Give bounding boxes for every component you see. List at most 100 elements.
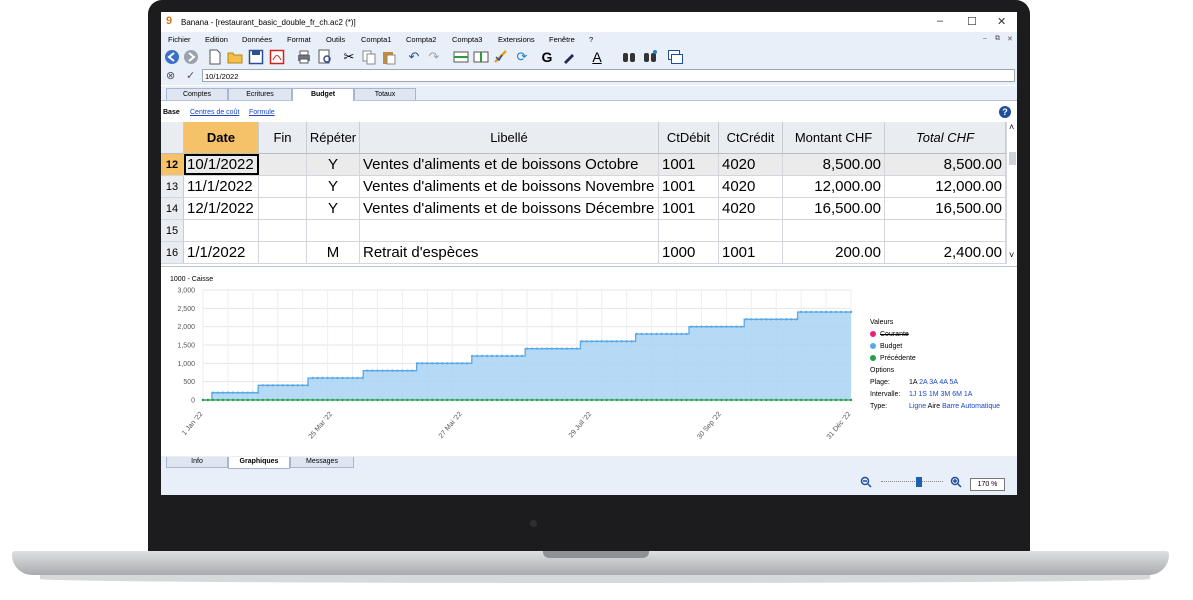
highlighter-icon[interactable] (561, 49, 577, 65)
legend-item-precedente[interactable]: Précédente (870, 353, 916, 365)
find-icon[interactable] (621, 49, 637, 65)
header-fin[interactable]: Fin (259, 122, 307, 154)
cell-fin[interactable] (259, 154, 307, 175)
menu-fichier[interactable]: Fichier (168, 35, 191, 44)
close-button[interactable]: ✕ (997, 15, 1006, 28)
scrollbar-thumb[interactable] (1009, 152, 1016, 165)
type-aire[interactable]: Aire (928, 403, 940, 410)
tab-budget[interactable]: Budget (292, 88, 354, 101)
cell-ctdebit[interactable]: 1001 (659, 176, 719, 197)
cell-montant[interactable]: 8,500.00 (783, 154, 885, 175)
cell-repeter[interactable]: Y (307, 176, 360, 197)
type-ligne[interactable]: Ligne (909, 403, 926, 410)
insert-columns-icon[interactable] (473, 49, 489, 65)
table-row[interactable]: 14 12/1/2022 Y Ventes d'aliments et de b… (161, 198, 1006, 220)
cell-date[interactable] (184, 220, 259, 241)
redo-icon[interactable]: ↷ (426, 49, 442, 65)
scroll-up-icon[interactable]: ˄ (1009, 122, 1014, 132)
print-icon[interactable] (296, 49, 312, 65)
cell-date[interactable]: 1/1/2022 (184, 242, 259, 263)
intervalle-3m[interactable]: 3M (941, 391, 951, 398)
row-number[interactable]: 12 (161, 154, 184, 175)
check-icon[interactable] (493, 49, 509, 65)
cell-date[interactable]: 11/1/2022 (184, 176, 259, 197)
cell-ctdebit[interactable]: 1000 (659, 242, 719, 263)
row-number[interactable]: 13 (161, 176, 184, 197)
cell-libelle[interactable]: Retrait d'espèces (360, 242, 659, 263)
cell-total[interactable]: 2,400.00 (885, 242, 1006, 263)
header-ctdebit[interactable]: CtDébit (659, 122, 719, 154)
cell-total[interactable] (885, 220, 1006, 241)
tab-info[interactable]: Info (166, 457, 228, 468)
cell-total[interactable]: 16,500.00 (885, 198, 1006, 219)
menu-donnees[interactable]: Données (242, 35, 272, 44)
menu-extensions[interactable]: Extensions (498, 35, 535, 44)
cell-ctdebit[interactable]: 1001 (659, 154, 719, 175)
cell-repeter[interactable]: Y (307, 198, 360, 219)
minimize-button[interactable]: – (937, 15, 943, 27)
header-ctcredit[interactable]: CtCrédit (719, 122, 783, 154)
confirm-edit-icon[interactable]: ✓ (186, 69, 195, 82)
tab-totaux[interactable]: Totaux (354, 88, 416, 100)
paste-icon[interactable] (381, 49, 397, 65)
menu-compta2[interactable]: Compta2 (406, 35, 436, 44)
cell-fin[interactable] (259, 220, 307, 241)
cell-date[interactable]: 12/1/2022 (184, 198, 259, 219)
open-folder-icon[interactable] (227, 49, 243, 65)
zoom-in-icon[interactable] (950, 476, 962, 490)
row-number[interactable]: 16 (161, 242, 184, 263)
find-replace-icon[interactable] (642, 49, 658, 65)
cell-montant[interactable] (783, 220, 885, 241)
copy-icon[interactable] (361, 49, 377, 65)
view-base[interactable]: Base (163, 109, 180, 116)
menu-edition[interactable]: Edition (205, 35, 228, 44)
type-automatique[interactable]: Automatique (961, 403, 1000, 410)
zoom-value-input[interactable]: 170 % (970, 478, 1005, 491)
header-libelle[interactable]: Libellé (360, 122, 659, 154)
cell-montant[interactable]: 16,500.00 (783, 198, 885, 219)
cell-ctcredit[interactable]: 4020 (719, 198, 783, 219)
cell-montant[interactable]: 200.00 (783, 242, 885, 263)
cell-date[interactable]: 10/1/2022 (184, 154, 259, 175)
menu-format[interactable]: Format (287, 35, 311, 44)
cell-libelle[interactable] (360, 220, 659, 241)
row-number[interactable]: 14 (161, 198, 184, 219)
plage-4a[interactable]: 4A (939, 379, 947, 386)
cell-edit-input[interactable]: 10/1/2022 (202, 69, 1015, 82)
intervalle-1a[interactable]: 1A (964, 391, 973, 398)
menu-compta1[interactable]: Compta1 (361, 35, 391, 44)
menu-compta3[interactable]: Compta3 (452, 35, 482, 44)
forward-icon[interactable] (183, 49, 199, 65)
header-repeter[interactable]: Répéter (307, 122, 360, 154)
view-cost-centers[interactable]: Centres de coût (190, 109, 239, 116)
zoom-out-icon[interactable] (860, 476, 872, 490)
type-barre[interactable]: Barre (942, 403, 959, 410)
cancel-edit-icon[interactable]: ⊗ (166, 69, 175, 82)
intervalle-6m[interactable]: 6M (952, 391, 962, 398)
cell-ctdebit[interactable] (659, 220, 719, 241)
mdi-restore-button[interactable]: ⧉ (995, 35, 1000, 43)
view-formula[interactable]: Formule (249, 109, 275, 116)
cell-montant[interactable]: 12,000.00 (783, 176, 885, 197)
intervalle-1s[interactable]: 1S (918, 391, 927, 398)
mdi-minimize-button[interactable]: – (983, 35, 987, 42)
plage-5a[interactable]: 5A (950, 379, 959, 386)
vertical-scrollbar[interactable]: ˄ ˅ (1006, 122, 1017, 264)
cell-ctcredit[interactable] (719, 220, 783, 241)
window-icon[interactable] (667, 49, 683, 65)
cell-total[interactable]: 12,000.00 (885, 176, 1006, 197)
cell-libelle[interactable]: Ventes d'aliments et de boissons Décembr… (360, 198, 659, 219)
tab-ecritures[interactable]: Ecritures (228, 88, 292, 100)
cell-ctdebit[interactable]: 1001 (659, 198, 719, 219)
cell-ctcredit[interactable]: 4020 (719, 176, 783, 197)
plage-1a[interactable]: 1A (909, 379, 917, 386)
scroll-down-icon[interactable]: ˅ (1009, 250, 1014, 260)
table-row[interactable]: 13 11/1/2022 Y Ventes d'aliments et de b… (161, 176, 1006, 198)
print-preview-icon[interactable] (317, 49, 333, 65)
tab-comptes[interactable]: Comptes (166, 88, 228, 100)
table-row[interactable]: 16 1/1/2022 M Retrait d'espèces 1000 100… (161, 242, 1006, 264)
cell-repeter[interactable] (307, 220, 360, 241)
menu-outils[interactable]: Outils (326, 35, 345, 44)
bold-icon[interactable]: G (539, 49, 555, 65)
cell-ctcredit[interactable]: 4020 (719, 154, 783, 175)
